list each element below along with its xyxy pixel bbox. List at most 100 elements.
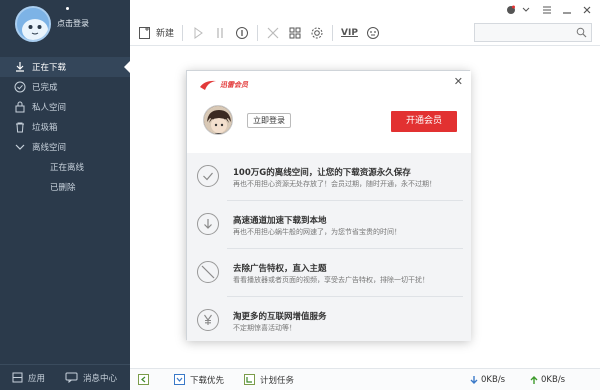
yen-icon: [197, 309, 219, 331]
sidebar-item-private-space[interactable]: 私人空间: [0, 97, 130, 117]
download-speed-value: 0KB/s: [481, 374, 506, 385]
login-link[interactable]: 点击登录: [57, 18, 89, 29]
feature-subtitle: 不定期惊喜活动等！: [233, 324, 296, 332]
new-task-button[interactable]: 新建: [138, 23, 174, 43]
feature-title: 淘更多的互联网增值服务: [233, 312, 327, 322]
scheduled-tasks-icon: [244, 374, 256, 385]
settings-menu-icon[interactable]: [542, 5, 552, 15]
sidebar-nav: 正在下载 已完成 私人空间 垃圾箱 离线空间 正在离线 已删除: [0, 57, 130, 197]
sidebar-item-label: 私人空间: [32, 103, 67, 113]
open-vip-button[interactable]: 开通会员: [391, 111, 457, 132]
minimize-icon[interactable]: [562, 5, 572, 15]
status-bar: 下载优先 计划任务 0KB/s 0KB/s: [130, 368, 600, 390]
title-bar: [130, 0, 600, 20]
new-task-label: 新建: [156, 29, 175, 39]
new-icon: [139, 26, 150, 39]
feature-item: 去除广告特权，直入主题 看看播放器或者页面的视频，享受去广告特权，排除一切干扰！: [187, 251, 471, 297]
private-space-icon: [15, 101, 25, 113]
collapse-icon: [138, 374, 149, 385]
mascot-icon: [366, 26, 379, 39]
toolbar-divider: [332, 24, 334, 41]
sidebar-item-offline-space[interactable]: 离线空间: [0, 137, 130, 157]
start-button[interactable]: [191, 23, 205, 43]
grid-icon: [289, 27, 301, 38]
check-circle-icon: [14, 81, 26, 93]
play-icon: [194, 26, 203, 39]
toolbar: 新建 VIP: [130, 20, 600, 46]
sidebar-footer: 应用 消息中心: [0, 364, 130, 390]
collapse-sidebar-button[interactable]: [138, 374, 154, 385]
feature-divider: [227, 200, 463, 201]
message-center-label: 消息中心: [83, 373, 118, 384]
skin-icon[interactable]: [506, 5, 516, 15]
feature-list: 100万G的离线空间，让您的下载资源永久保存 再也不用担心资源无处存放了！会员过…: [187, 153, 471, 341]
vip-avatar: [203, 105, 233, 135]
no-ads-icon: [197, 261, 219, 283]
delete-icon: [267, 27, 279, 38]
scheduled-tasks-button[interactable]: 计划任务: [244, 374, 294, 386]
apps-icon: [12, 372, 23, 383]
feature-item: 淘更多的互联网增值服务 不定期惊喜活动等！: [187, 299, 471, 345]
settings-button[interactable]: [310, 23, 324, 43]
apps-label: 应用: [28, 373, 46, 384]
feature-divider: [227, 248, 463, 249]
download-priority-button[interactable]: 下载优先: [174, 374, 224, 386]
download-circle-icon: [197, 213, 219, 235]
dialog-close-icon[interactable]: ✕: [454, 75, 463, 88]
upload-speed-value: 0KB/s: [541, 374, 566, 385]
feature-item: 100万G的离线空间，让您的下载资源永久保存 再也不用担心资源无处存放了！会员过…: [187, 155, 471, 201]
sidebar-item-label: 已完成: [32, 83, 58, 93]
pause-button[interactable]: [213, 23, 227, 43]
sidebar-item-offlining[interactable]: 正在离线: [0, 157, 130, 177]
apps-button[interactable]: 应用: [12, 372, 45, 384]
pause-icon: [217, 27, 223, 38]
sidebar-item-label: 正在离线: [50, 163, 85, 173]
sidebar-item-downloading[interactable]: 正在下载: [0, 57, 130, 77]
sidebar: 点击登录 正在下载 已完成 私人空间 垃圾箱 离线空间 正在离线 已删除 应用 …: [0, 0, 130, 390]
sidebar-item-completed[interactable]: 已完成: [0, 77, 130, 97]
gear-icon: [311, 27, 323, 38]
download-speed: 0KB/s: [470, 375, 505, 385]
sidebar-item-label: 离线空间: [32, 143, 67, 153]
arrow-up-icon: [530, 375, 538, 384]
vip-label: VIP: [341, 27, 358, 38]
brand-label: 迅雷会员: [220, 81, 248, 89]
download-priority-icon: [174, 374, 185, 385]
download-icon: [16, 62, 24, 72]
feature-subtitle: 看看播放器或者页面的视频，享受去广告特权，排除一切干扰！: [233, 276, 429, 284]
feature-title: 去除广告特权，直入主题: [233, 264, 327, 274]
brand-logo: 迅雷会员: [199, 79, 248, 91]
close-icon[interactable]: [582, 5, 592, 15]
chevron-down-icon: [15, 144, 25, 150]
user-avatar[interactable]: [15, 6, 51, 42]
speed-limit-icon: [236, 26, 249, 39]
check-circle-icon: [197, 165, 219, 187]
arrow-down-icon: [470, 375, 478, 384]
sidebar-item-label: 正在下载: [32, 63, 67, 73]
toolbar-divider: [182, 24, 184, 41]
upload-speed: 0KB/s: [530, 375, 565, 385]
mascot-button[interactable]: [366, 23, 380, 43]
scheduled-tasks-label: 计划任务: [260, 375, 295, 386]
trash-icon: [16, 122, 24, 133]
vip-button[interactable]: VIP: [341, 23, 358, 43]
sidebar-item-label: 已删除: [50, 183, 76, 193]
thunder-logo-icon: [200, 80, 216, 90]
sidebar-item-trash[interactable]: 垃圾箱: [0, 117, 130, 137]
search-icon[interactable]: [576, 27, 587, 38]
status-dot: [66, 7, 69, 10]
feature-subtitle: 再也不用担心资源无处存放了！会员过期，随时开通，永不过期！: [233, 180, 436, 188]
feature-divider: [227, 296, 463, 297]
feature-title: 高速通道加速下载到本地: [233, 216, 327, 226]
speed-limit-button[interactable]: [235, 23, 249, 43]
search-input[interactable]: [474, 23, 592, 42]
message-center-button[interactable]: 消息中心: [65, 372, 117, 384]
download-priority-label: 下载优先: [190, 375, 225, 386]
sidebar-item-deleted[interactable]: 已删除: [0, 177, 130, 197]
delete-button[interactable]: [266, 23, 280, 43]
grid-view-button[interactable]: [288, 23, 302, 43]
feature-subtitle: 再也不用担心蜗牛般的网速了，为您节省宝贵的时间！: [233, 228, 401, 236]
message-icon: [65, 372, 78, 383]
menu-icon[interactable]: [522, 5, 530, 15]
login-now-button[interactable]: 立即登录: [247, 113, 291, 128]
